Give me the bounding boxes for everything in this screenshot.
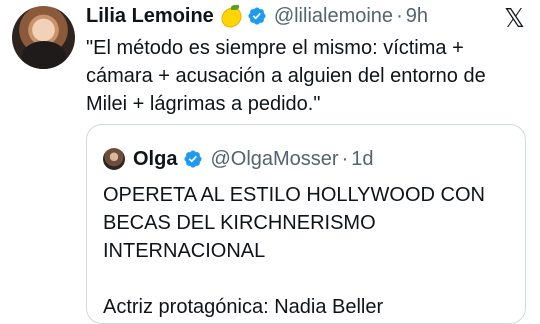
verified-badge-icon: [184, 150, 202, 168]
quoted-tweet-card[interactable]: Olga @OlgaMosser · 1d OPERETA AL ESTILO …: [86, 124, 526, 324]
quoted-text-line: BECAS DEL KIRCHNERISMO: [103, 212, 376, 234]
quoted-text-line: INTERNACIONAL: [103, 240, 266, 262]
quoted-author-name[interactable]: Olga: [133, 146, 177, 172]
quoted-tweet-time[interactable]: 1d: [351, 146, 373, 172]
author-avatar[interactable]: [12, 6, 75, 69]
author-handle[interactable]: @lilialemoine: [274, 3, 393, 29]
tweet-text: "El método es siempre el mismo: víctima …: [86, 37, 486, 115]
verified-badge-icon: [248, 7, 266, 25]
lemon-icon: [217, 4, 245, 31]
x-logo-icon[interactable]: 𝕏: [504, 5, 525, 31]
separator-dot: ·: [341, 148, 349, 170]
quoted-author-handle[interactable]: @OlgaMosser: [210, 146, 338, 172]
tweet-header: Lilia Lemoine @lilialemoine · 9h: [86, 3, 428, 31]
quoted-text-line: OPERETA AL ESTILO HOLLYWOOD CON: [103, 184, 485, 206]
quoted-text-line: Actriz protagónica: Nadia Beller: [103, 296, 384, 318]
tweet-time[interactable]: 9h: [406, 3, 428, 29]
author-name[interactable]: Lilia Lemoine: [86, 3, 214, 29]
quoted-author-avatar[interactable]: [103, 148, 125, 170]
separator-dot: ·: [396, 5, 403, 27]
quoted-tweet-text: OPERETA AL ESTILO HOLLYWOOD CON BECAS DE…: [103, 181, 513, 321]
quoted-tweet-header: Olga @OlgaMosser · 1d: [103, 146, 374, 172]
quoted-text-blank-line: [103, 265, 513, 293]
